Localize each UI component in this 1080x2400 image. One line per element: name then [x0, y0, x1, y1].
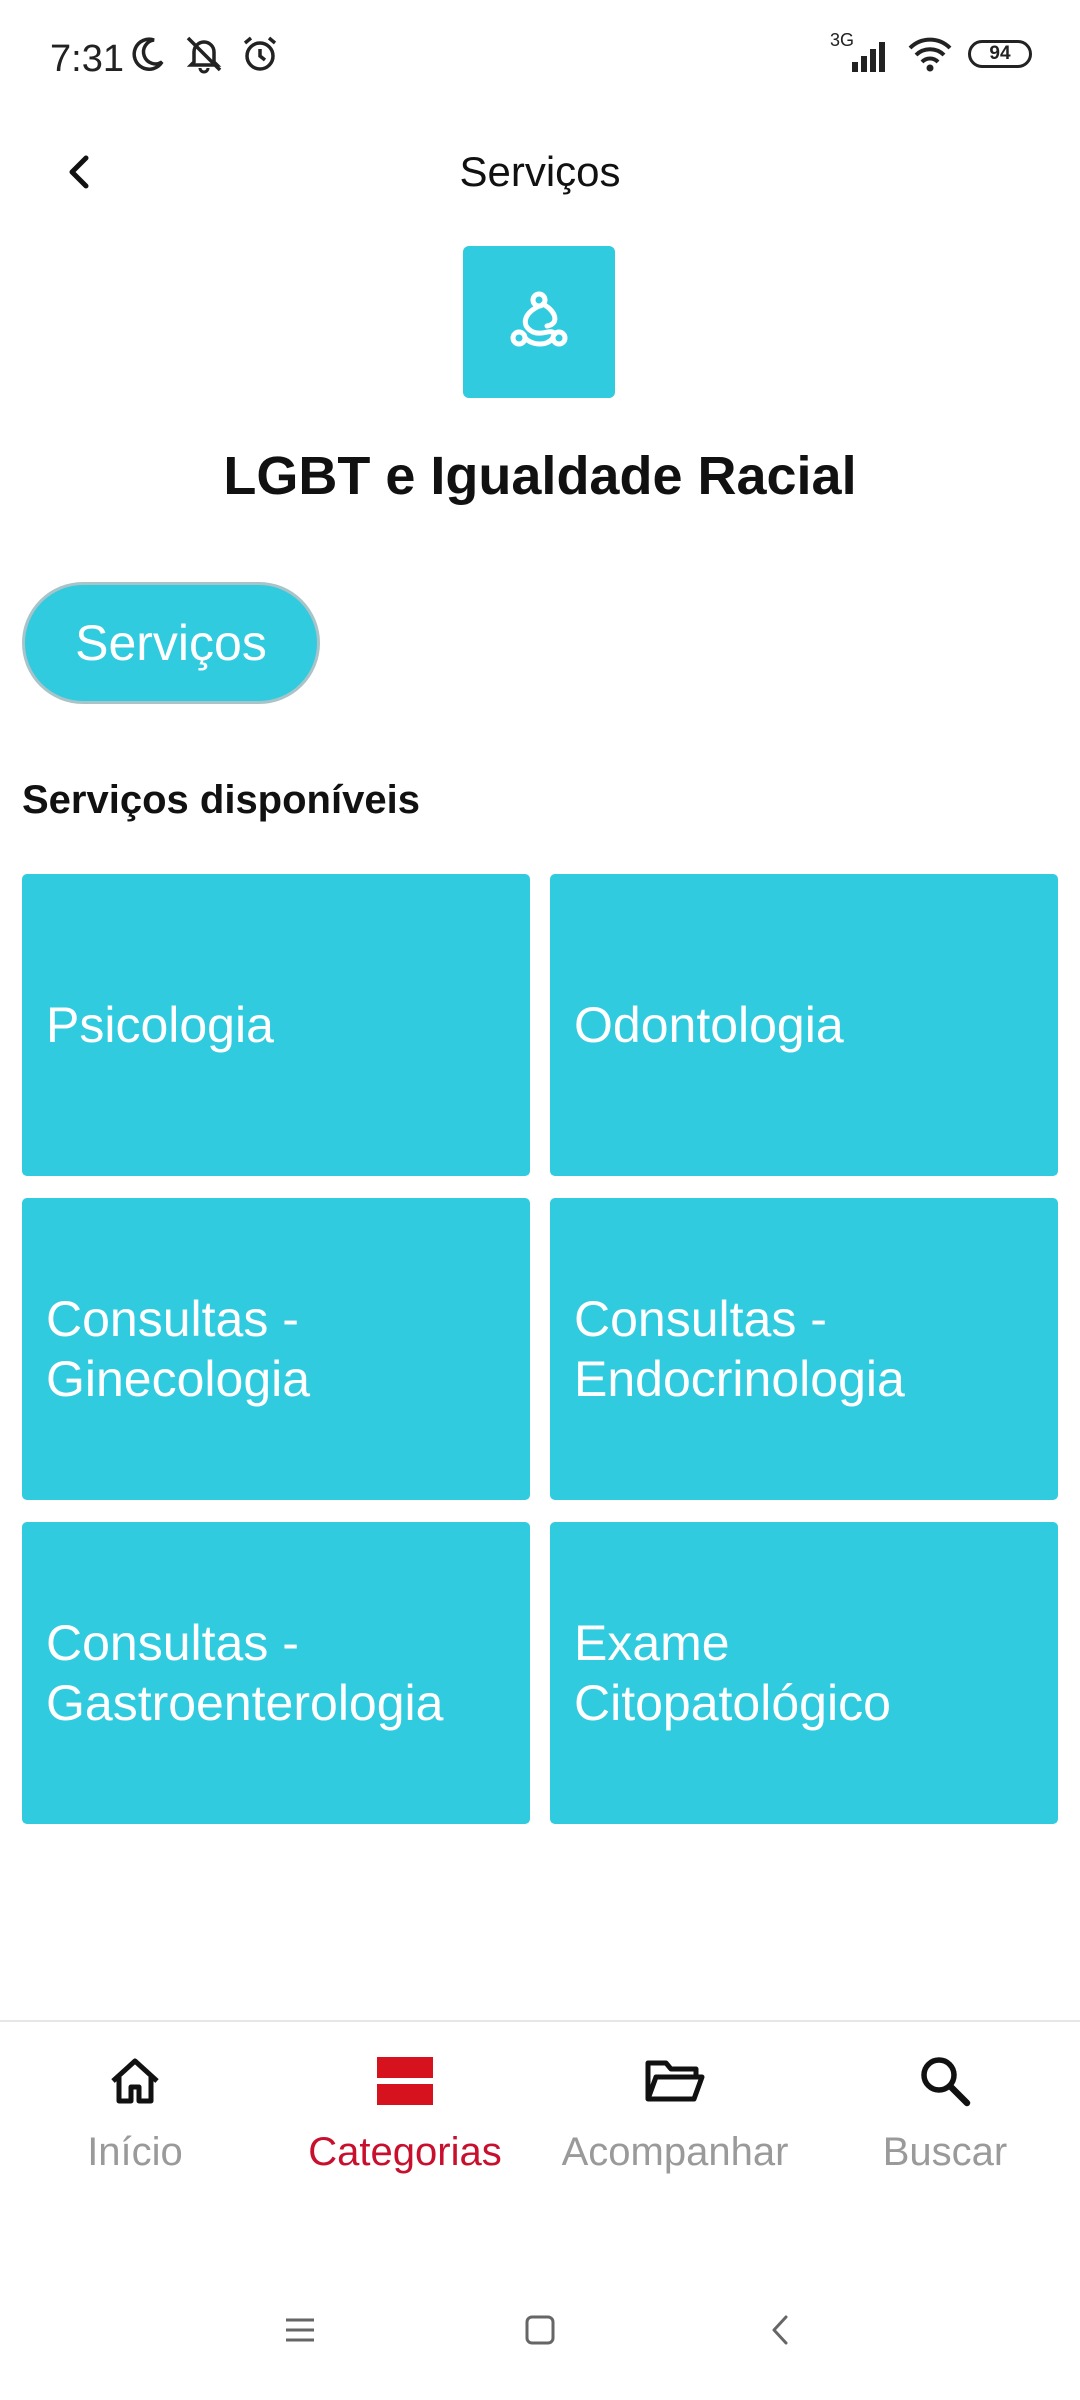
- back-icon: [772, 2315, 788, 2345]
- services-tab-pill[interactable]: Serviços: [22, 582, 320, 704]
- page-title: Serviços: [459, 148, 621, 195]
- signal-icon: 3G: [830, 30, 892, 74]
- folder-icon: [645, 2060, 705, 2102]
- nav-item-buscar[interactable]: Buscar: [810, 2022, 1080, 2200]
- moon-icon: [132, 37, 164, 71]
- system-back-button[interactable]: [755, 2305, 805, 2355]
- service-card-endocrinologia[interactable]: Consultas - Endocrinologia: [550, 1198, 1058, 1500]
- section-title: Serviços disponíveis: [22, 778, 420, 822]
- battery-icon: 94: [968, 40, 1032, 68]
- wifi-icon: [908, 37, 952, 72]
- diversity-icon: [510, 291, 568, 347]
- status-right: 3G 94: [830, 30, 1032, 74]
- nav-item-acompanhar[interactable]: Acompanhar: [540, 2022, 810, 2200]
- nav-label-categorias: Categorias: [308, 2130, 502, 2174]
- status-left-icons: [128, 34, 280, 74]
- app-header: Serviços: [0, 120, 1080, 220]
- nav-item-categorias[interactable]: Categorias: [270, 2022, 540, 2200]
- category-title: LGBT e Igualdade Racial: [223, 446, 857, 506]
- status-time: 7:31: [50, 38, 124, 80]
- service-card-psicologia[interactable]: Psicologia: [22, 874, 530, 1176]
- services-grid: Psicologia Odontologia Consultas - Ginec…: [22, 874, 1058, 1824]
- nav-item-inicio[interactable]: Início: [0, 2022, 270, 2200]
- system-home-button[interactable]: [515, 2305, 565, 2355]
- system-menu-button[interactable]: [275, 2305, 325, 2355]
- home-icon: [111, 2058, 159, 2104]
- category-icon-tile: [463, 246, 615, 398]
- categories-icon: [377, 2057, 433, 2105]
- system-navigation: [0, 2280, 1080, 2380]
- bottom-navigation: Início Categorias Acompanhar Buscar: [0, 2020, 1080, 2200]
- service-card-gastroenterologia[interactable]: Consultas - Gastroenterologia: [22, 1522, 530, 1824]
- alarm-icon: [243, 36, 277, 71]
- home-square-icon: [525, 2315, 555, 2345]
- status-bar: 7:31 3G 94: [0, 0, 1080, 120]
- menu-icon: [286, 2318, 314, 2342]
- service-card-citopatologico[interactable]: Exame Citopatológico: [550, 1522, 1058, 1824]
- nav-label-buscar: Buscar: [882, 2130, 1008, 2174]
- nav-label-inicio: Início: [87, 2130, 183, 2174]
- nav-label-acompanhar: Acompanhar: [561, 2130, 789, 2174]
- service-card-odontologia[interactable]: Odontologia: [550, 874, 1058, 1176]
- service-card-ginecologia[interactable]: Consultas - Ginecologia: [22, 1198, 530, 1500]
- search-icon: [921, 2057, 971, 2107]
- bell-off-icon: [186, 36, 222, 74]
